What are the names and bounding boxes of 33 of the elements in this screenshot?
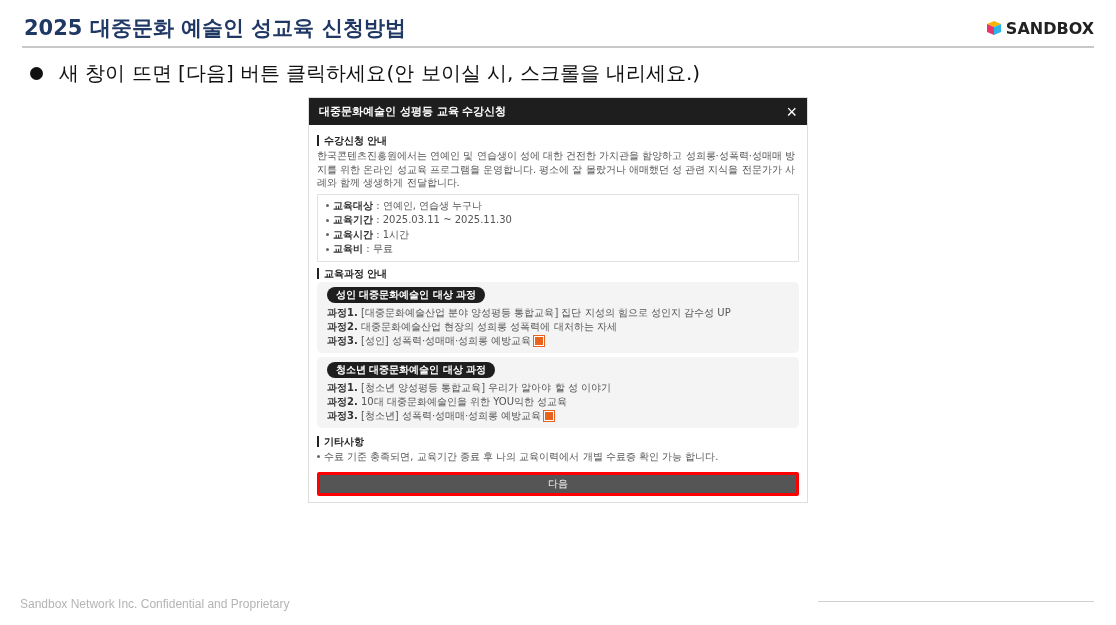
footer-text: Sandbox Network Inc. Confidential and Proprietary bbox=[20, 597, 290, 611]
bullet-icon bbox=[326, 204, 329, 208]
bullet-icon bbox=[30, 67, 43, 80]
bullet-icon bbox=[326, 218, 329, 222]
instruction-text: 새 창이 뜨면 [다음] 버튼 클릭하세요(안 보이실 시, 스크롤을 내리세요.) bbox=[59, 60, 701, 87]
bullet-icon bbox=[317, 455, 320, 458]
section-heading: 수강신청 안내 bbox=[317, 135, 799, 146]
course-group-label: 성인 대중문화예술인 대상 과정 bbox=[327, 286, 486, 303]
course-item[interactable]: 과정2. 10대 대중문화예술인을 위한 YOU익한 성교육 bbox=[327, 394, 568, 409]
info-item: 교육시간 : 1시간 bbox=[333, 227, 410, 242]
new-icon bbox=[544, 410, 555, 421]
info-item: 교육기간 : 2025.03.11 ~ 2025.11.30 bbox=[333, 213, 512, 227]
section-heading: 교육과정 안내 bbox=[317, 267, 799, 279]
course-item[interactable]: 과정1. [대중문화예술산업 분야 양성평등 통합교육] 집단 지성의 힘으로 성인지 감수성 UP bbox=[327, 305, 731, 320]
info-item: 교육비 : 무료 bbox=[333, 242, 393, 256]
course-group-label: 청소년 대중문화예술인 대상 과정 bbox=[327, 361, 496, 378]
bullet-icon bbox=[326, 233, 329, 237]
slide-title: 2025 대중문화 예술인 성교육 신청방법 bbox=[24, 15, 406, 42]
bullet-icon bbox=[326, 247, 329, 251]
close-button[interactable]: × bbox=[784, 102, 799, 121]
course-item[interactable]: 과정3. [청소년] 성폭력·성매매·성희롱 예방교육 bbox=[327, 408, 542, 423]
intro-paragraph: 한국콘텐츠진흥원에서는 연예인 및 연습생이 성에 대한 건전한 가치관을 함양하고 성희롱·성폭력·성매매 방지를 위한 온라인 성교육 프로그램을 운영합니다. 평소에 잘 몰랐거나 애매했던 성 관련 지식을 전문가가 사례와 함께 생생하게 전달합니다. bbox=[317, 149, 797, 190]
section-heading: 기타사항 bbox=[317, 435, 799, 447]
logo-icon bbox=[984, 20, 1003, 36]
dialog-title: 대중문화예술인 성평등 교육 수강신청 bbox=[319, 104, 507, 119]
note-text: 수료 기준 충족되면, 교육기간 종료 후 나의 교육이력에서 개별 수료증 확인 가능 합니다. bbox=[324, 449, 719, 464]
info-item: 교육대상 : 연예인, 연습생 누구나 bbox=[333, 198, 483, 213]
course-item[interactable]: 과정3. [성인] 성폭력·성매매·성희롱 예방교육 bbox=[327, 333, 532, 348]
course-item[interactable]: 과정1. [청소년 양성평등 통합교육] 우리가 알아야 할 성 이야기 bbox=[327, 380, 611, 395]
new-icon bbox=[534, 335, 545, 346]
course-item[interactable]: 과정2. 대중문화예술산업 현장의 성희롱 성폭력에 대처하는 자세 bbox=[327, 319, 617, 334]
next-button[interactable]: 다음 bbox=[320, 474, 796, 493]
logo-text: SANDBOX bbox=[1005, 18, 1094, 38]
